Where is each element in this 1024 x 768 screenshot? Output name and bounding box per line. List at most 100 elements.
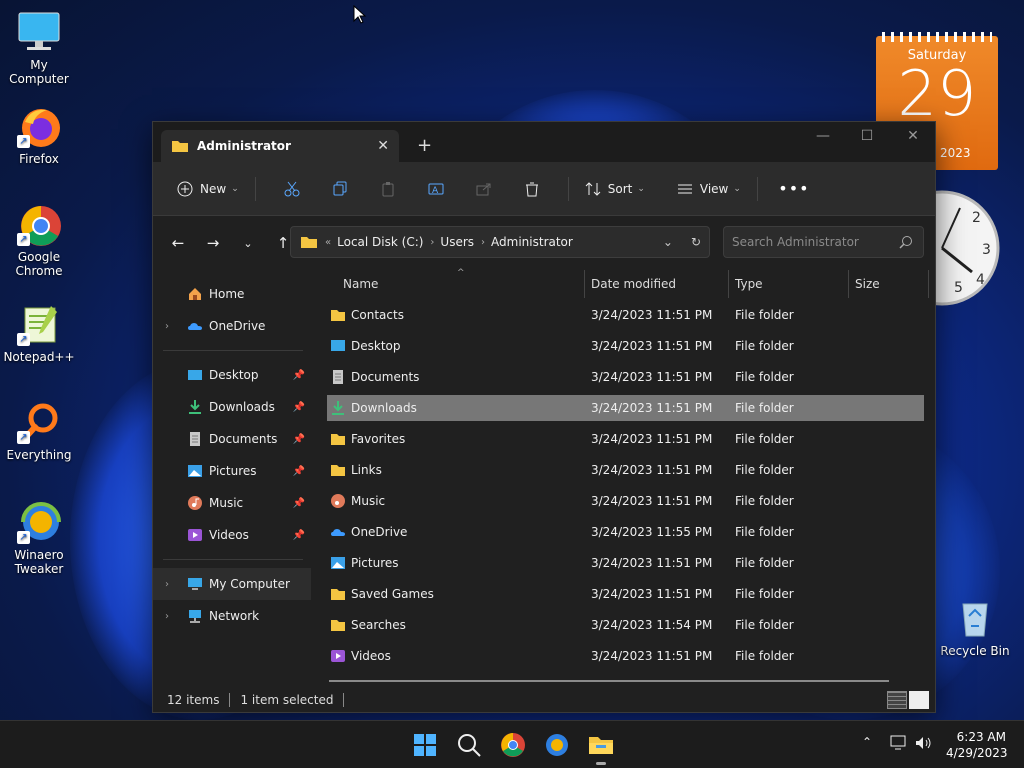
search-button[interactable] (455, 731, 483, 759)
table-row[interactable]: Pictures 3/24/2023 11:51 PM File folder (327, 550, 924, 576)
calendar-rings (882, 32, 992, 42)
chevron-right-icon[interactable]: › (165, 611, 169, 622)
show-hidden-icons-chevron-icon[interactable]: ⌃ (862, 735, 872, 749)
toolbar-divider (567, 176, 569, 201)
horizontal-scrollbar[interactable] (329, 680, 889, 682)
search-input[interactable] (724, 227, 884, 257)
close-window-icon[interactable]: ✕ (901, 128, 925, 144)
search-icon (458, 734, 481, 757)
breadcrumb-users[interactable]: Users (440, 235, 474, 249)
table-row[interactable]: Music 3/24/2023 11:51 PM File folder (327, 488, 924, 514)
svg-text:A: A (432, 186, 439, 196)
sidebar-item-onedrive[interactable]: › OneDrive (153, 310, 311, 342)
address-history-chevron-icon[interactable]: ⌄ (663, 235, 673, 249)
rename-button[interactable]: A (420, 173, 452, 205)
column-header-date-modified[interactable]: Date modified (591, 270, 676, 298)
taskbar-chrome[interactable] (499, 731, 527, 759)
more-options-icon: ••• (778, 179, 810, 198)
paste-button[interactable] (372, 173, 404, 205)
table-row[interactable]: Videos 3/24/2023 11:51 PM File folder (327, 643, 924, 669)
desktop-icon-winaero-tweaker[interactable]: ↗ Winaero Tweaker (0, 500, 78, 576)
sidebar-item-desktop[interactable]: Desktop 📌 (153, 359, 311, 391)
taskbar-winaero-tweaker[interactable] (543, 731, 571, 759)
breadcrumb-local-disk[interactable]: Local Disk (C:) (337, 235, 423, 249)
column-divider[interactable] (928, 270, 929, 298)
command-bar: New ⌄ A Sort ⌄ View ⌄ ••• (153, 162, 935, 216)
desktop-folder-icon (331, 340, 345, 351)
file-explorer-window[interactable]: Administrator ✕ + — ☐ ✕ New ⌄ A Sort ⌄ V… (152, 121, 936, 713)
table-row[interactable]: Documents 3/24/2023 11:51 PM File folder (327, 364, 924, 390)
column-divider[interactable] (584, 270, 585, 298)
sort-button[interactable]: Sort ⌄ (581, 173, 649, 205)
videos-folder-icon (331, 650, 345, 662)
desktop-icon-my-computer[interactable]: My Computer (0, 10, 78, 86)
table-row[interactable]: OneDrive 3/24/2023 11:55 PM File folder (327, 519, 924, 545)
cut-button[interactable] (276, 173, 308, 205)
svg-text:5: 5 (954, 280, 963, 296)
column-header-name[interactable]: Name (343, 270, 378, 298)
chevron-right-icon[interactable]: › (165, 321, 169, 332)
address-bar[interactable]: « Local Disk (C:) › Users › Administrato… (290, 226, 710, 258)
sidebar-item-videos[interactable]: Videos 📌 (153, 519, 311, 551)
desktop-icon-everything[interactable]: ↗ Everything (0, 400, 78, 462)
sidebar-item-downloads[interactable]: Downloads 📌 (153, 391, 311, 423)
recent-locations-button[interactable]: ⌄ (233, 228, 263, 258)
sidebar-item-pictures[interactable]: Pictures 📌 (153, 455, 311, 487)
forward-button[interactable]: → (198, 228, 228, 258)
table-row[interactable]: Saved Games 3/24/2023 11:51 PM File fold… (327, 581, 924, 607)
start-button[interactable] (411, 731, 439, 759)
sidebar-item-my-computer[interactable]: › My Computer (153, 568, 311, 600)
table-row-selected[interactable]: Downloads 3/24/2023 11:51 PM File folder (327, 395, 924, 421)
back-button[interactable]: ← (163, 228, 193, 258)
view-button[interactable]: View ⌄ (673, 173, 745, 205)
toolbar-divider (254, 176, 256, 201)
column-header-size[interactable]: Size (855, 270, 880, 298)
desktop-icon-notepad-plus-plus[interactable]: ↗ Notepad++ (0, 302, 78, 364)
new-tab-icon[interactable]: + (417, 135, 432, 156)
table-row[interactable]: Contacts 3/24/2023 11:51 PM File folder (327, 302, 924, 328)
new-button[interactable]: New ⌄ (173, 173, 243, 205)
minimize-icon[interactable]: — (811, 128, 835, 144)
details-view-icon[interactable] (887, 691, 907, 709)
desktop-icon-firefox[interactable]: ↗ Firefox (0, 104, 78, 166)
rename-icon: A (428, 183, 444, 196)
close-tab-icon[interactable]: ✕ (377, 138, 389, 154)
arrow-left-icon: ← (171, 234, 185, 252)
desktop-icon-chrome[interactable]: ↗ Google Chrome (0, 202, 78, 278)
share-button[interactable] (468, 173, 500, 205)
recycle-bin-icon (953, 596, 997, 640)
maximize-icon[interactable]: ☐ (855, 128, 879, 144)
copy-button[interactable] (324, 173, 356, 205)
table-row[interactable]: Favorites 3/24/2023 11:51 PM File folder (327, 426, 924, 452)
large-icons-view-icon[interactable] (909, 691, 929, 709)
delete-button[interactable] (516, 173, 548, 205)
winaero-tweaker-icon: ↗ (17, 500, 61, 544)
column-header-type[interactable]: Type (735, 270, 763, 298)
title-bar[interactable]: Administrator ✕ + — ☐ ✕ (153, 122, 935, 162)
sidebar-item-home[interactable]: Home (153, 278, 311, 310)
file-list: ^ Name Date modified Type Size Contacts … (311, 268, 931, 682)
pictures-folder-icon (331, 557, 345, 569)
sidebar-item-network[interactable]: › Network (153, 600, 311, 632)
sidebar-item-music[interactable]: Music 📌 (153, 487, 311, 519)
taskbar-clock[interactable]: 6:23 AM 4/29/2023 (946, 729, 1008, 761)
table-row[interactable]: Links 3/24/2023 11:51 PM File folder (327, 457, 924, 483)
taskbar-file-explorer[interactable] (587, 731, 615, 765)
network-status-icon[interactable] (890, 735, 908, 751)
breadcrumb-administrator[interactable]: Administrator (491, 235, 573, 249)
chevron-down-icon: ⌄ (231, 183, 239, 194)
table-row[interactable]: Desktop 3/24/2023 11:51 PM File folder (327, 333, 924, 359)
volume-icon[interactable] (914, 735, 934, 751)
chevron-right-icon[interactable]: › (165, 579, 169, 590)
search-box[interactable] (723, 226, 924, 258)
refresh-icon[interactable]: ↻ (691, 235, 701, 249)
more-options-button[interactable]: ••• (778, 173, 810, 205)
table-row[interactable]: Searches 3/24/2023 11:54 PM File folder (327, 612, 924, 638)
column-divider[interactable] (728, 270, 729, 298)
sidebar-item-documents[interactable]: Documents 📌 (153, 423, 311, 455)
column-divider[interactable] (848, 270, 849, 298)
folder-icon (331, 589, 345, 600)
tab-administrator[interactable]: Administrator ✕ (161, 130, 399, 162)
music-icon (188, 496, 202, 510)
desktop-icon-recycle-bin[interactable]: Recycle Bin (940, 596, 1010, 658)
